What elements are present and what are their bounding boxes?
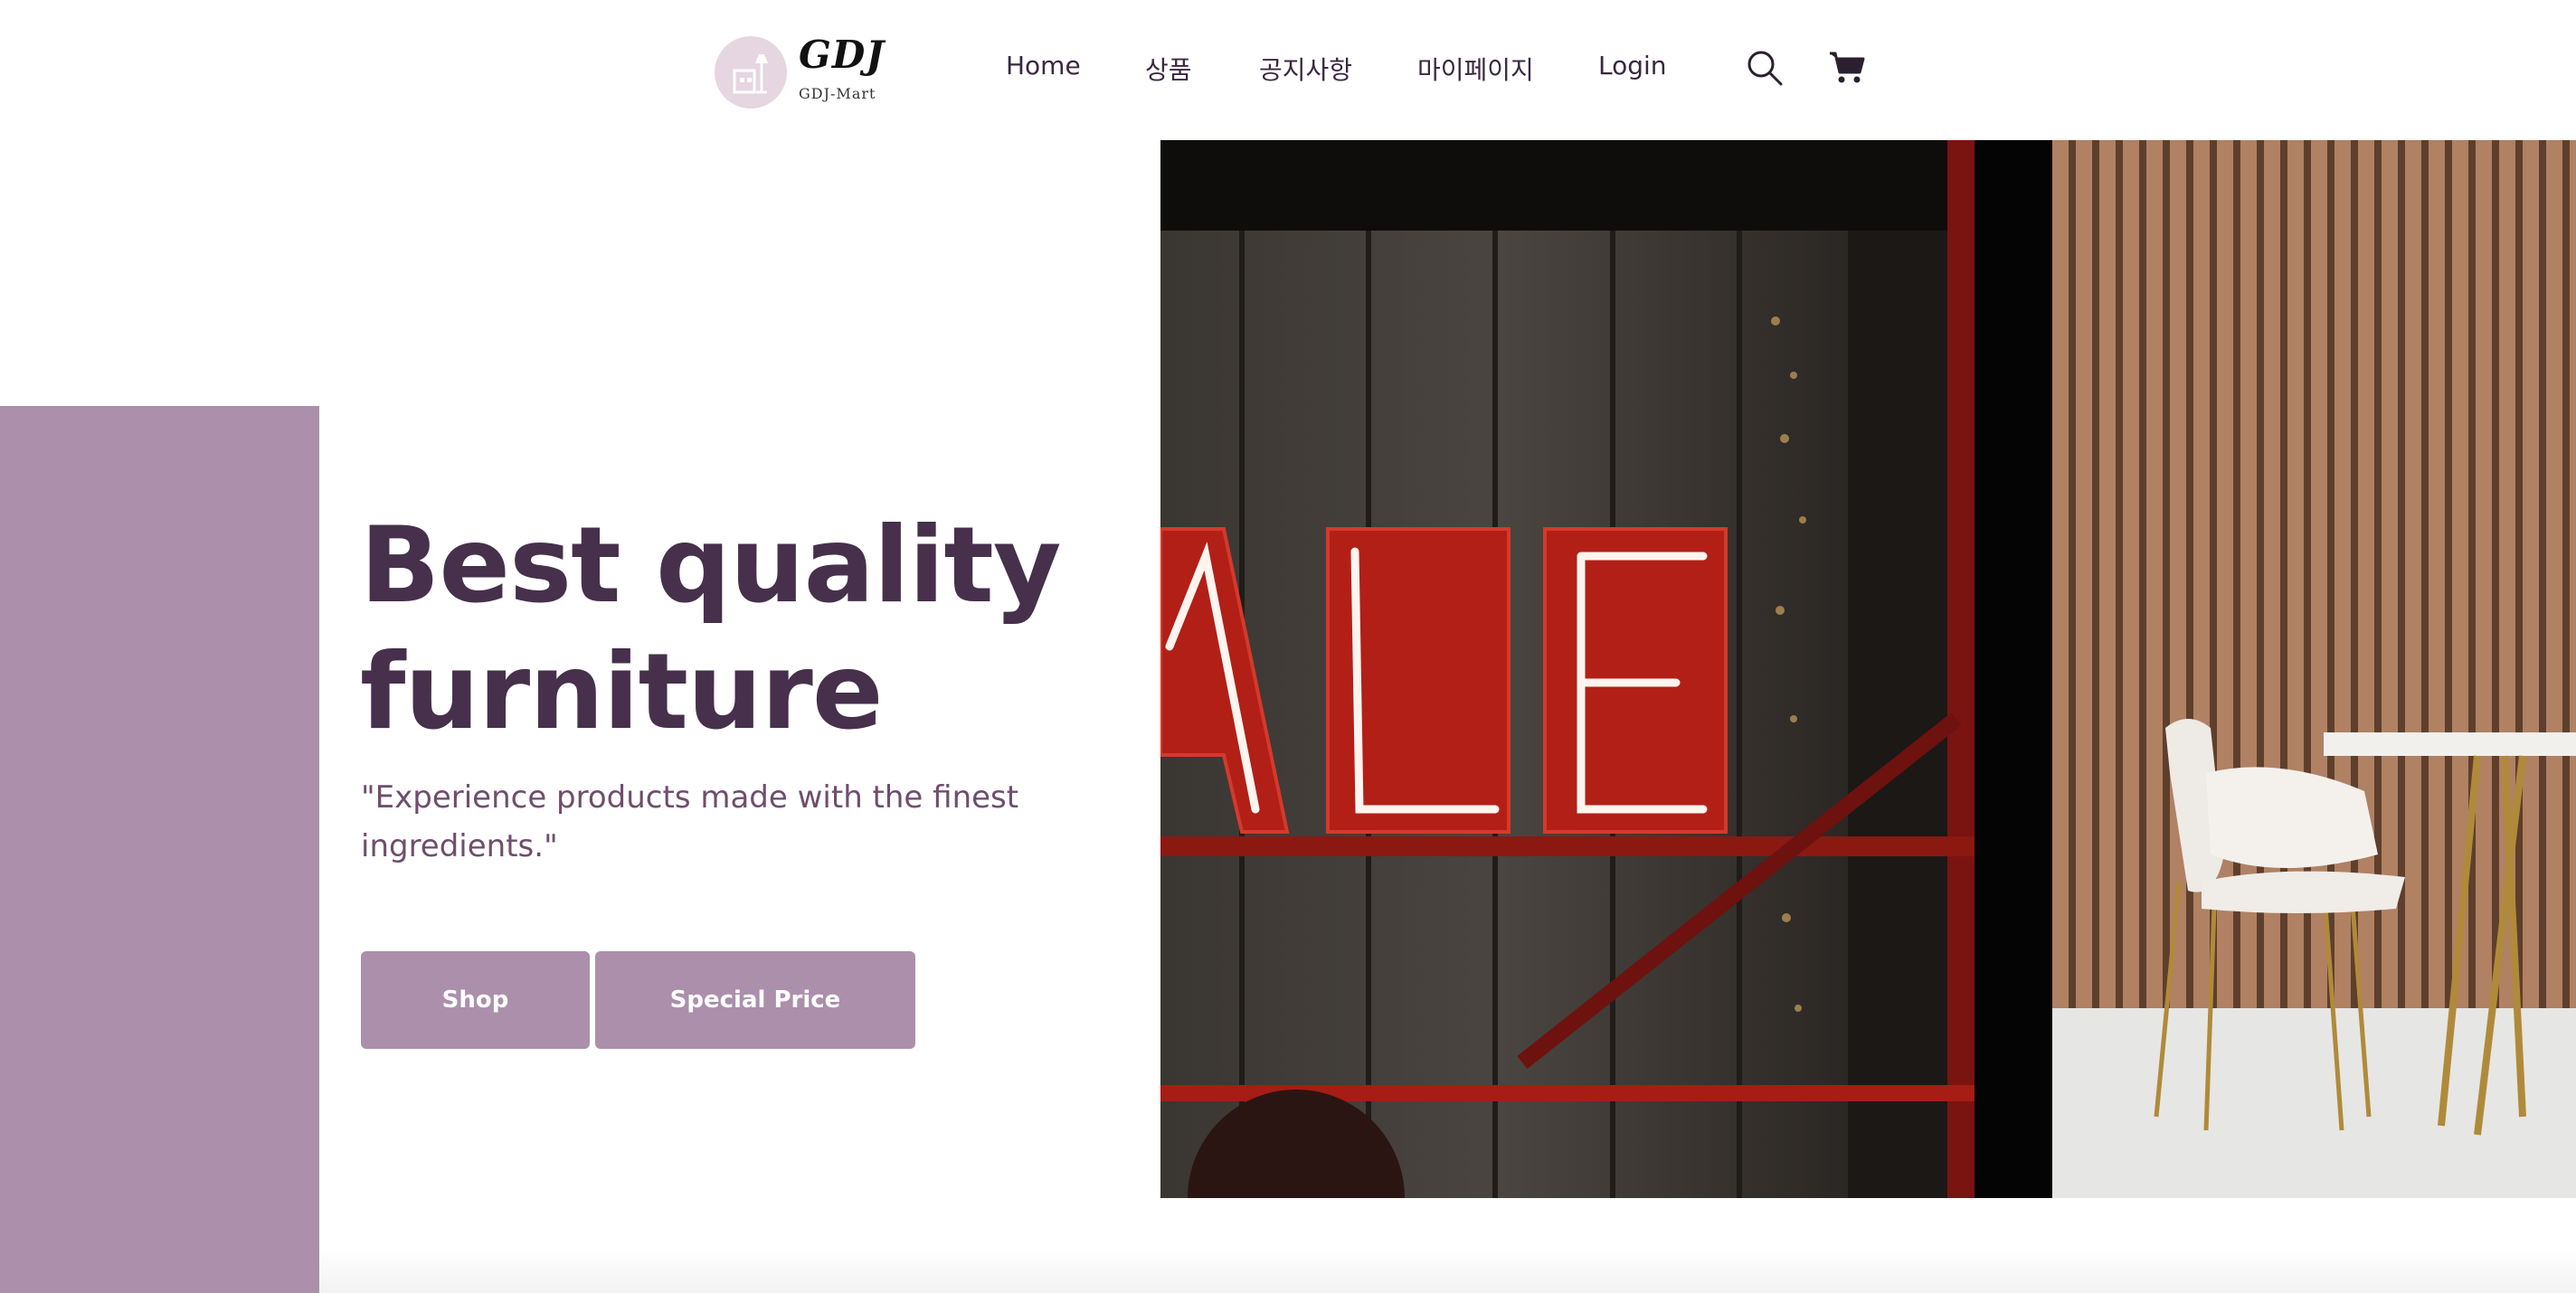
cart-icon[interactable]: [1829, 51, 1865, 89]
hero-title: Best quality furniture: [360, 503, 1138, 756]
nav-notices[interactable]: 공지사항: [1259, 51, 1352, 87]
brand-logo[interactable]: GDJ GDJ-Mart: [715, 33, 895, 114]
special-price-button[interactable]: Special Price: [595, 951, 915, 1049]
chair-product-image: [2052, 140, 2576, 1198]
logo-emblem: [715, 36, 787, 109]
nav-home[interactable]: Home: [1006, 51, 1081, 80]
section-divider: [319, 1248, 2576, 1293]
page: GDJ GDJ-Mart Home 상품 공지사항 마이페이지 Login Be…: [0, 0, 2576, 1293]
nav-mypage[interactable]: 마이페이지: [1417, 51, 1534, 87]
hero-subtitle: "Experience products made with the fines…: [361, 779, 1019, 864]
search-icon[interactable]: [1746, 49, 1784, 90]
hero-title-line-1: Best quality: [360, 505, 1061, 627]
logo-wordmark: GDJ: [799, 33, 886, 77]
logo-subtitle: GDJ-Mart: [799, 85, 876, 102]
hero-title-line-2: furniture: [360, 631, 884, 753]
nav-login[interactable]: Login: [1598, 51, 1667, 80]
nav-products[interactable]: 상품: [1145, 51, 1192, 87]
hero-accent-block: [0, 406, 319, 1293]
sale-sign-image: [1160, 140, 2052, 1198]
shop-button[interactable]: Shop: [361, 951, 590, 1049]
